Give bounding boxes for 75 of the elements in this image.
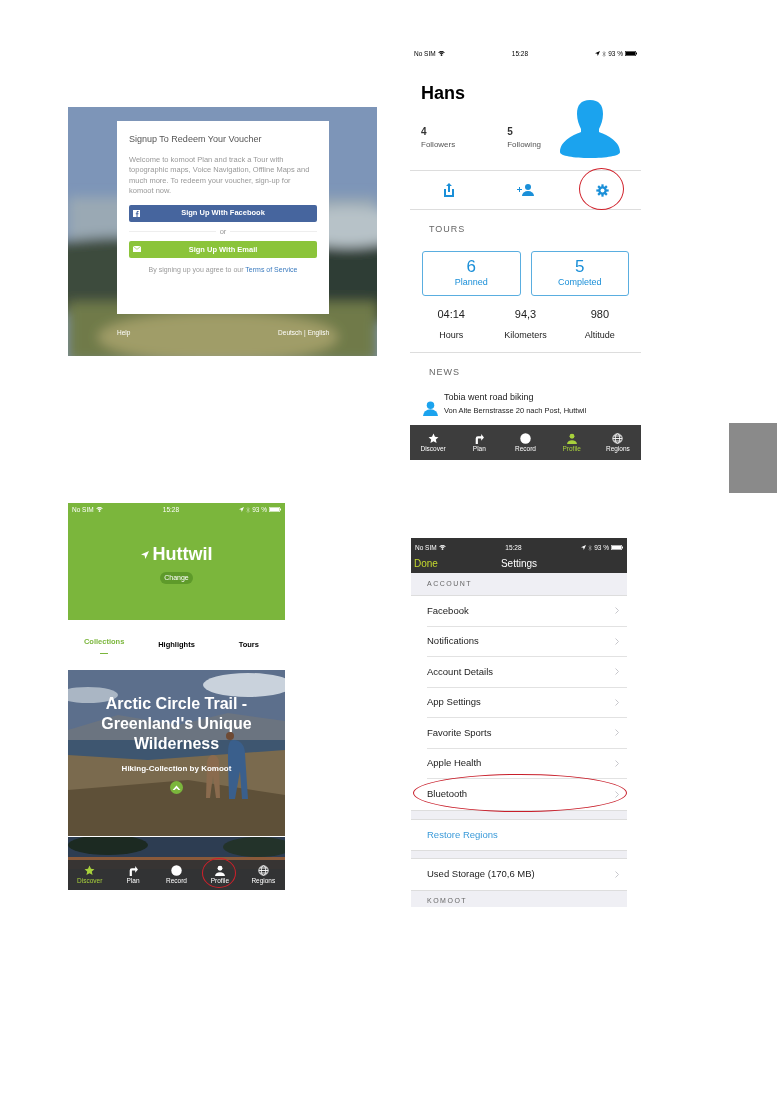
- news-title: Tobia went road biking: [444, 391, 535, 404]
- bluetooth-icon: [246, 506, 251, 513]
- chevron-icon: [615, 637, 619, 645]
- total-value: 94,3: [514, 306, 537, 322]
- section-heading: NEWS: [428, 365, 461, 379]
- battery-icon: [269, 507, 281, 512]
- turn-arrow-icon: [128, 865, 139, 877]
- globe-icon: [612, 432, 624, 444]
- circle-icon: [171, 865, 182, 877]
- settings-icon[interactable]: [596, 183, 609, 197]
- row-label: Account Details: [427, 664, 493, 679]
- star-icon: [427, 432, 439, 444]
- total-label: Hours: [439, 329, 464, 342]
- card-title: Signup To Redeem Your Voucher: [129, 133, 263, 146]
- globe-icon: [257, 865, 269, 877]
- chevron-icon: [615, 607, 619, 615]
- facebook-icon: [133, 209, 140, 217]
- total-label: Kilometers: [504, 329, 547, 342]
- settings-row[interactable]: Account Details: [411, 657, 627, 688]
- chevron-icon: [615, 790, 619, 798]
- person-icon: [214, 865, 225, 877]
- chevron-icon: [615, 668, 619, 676]
- stat-label: Followers: [421, 139, 456, 151]
- row-label: Bluetooth: [427, 787, 468, 802]
- row-label: Facebook: [427, 603, 469, 618]
- stat-label: Following: [507, 139, 542, 151]
- person-icon: [423, 400, 438, 416]
- profile-name: Hans: [421, 82, 466, 105]
- row-label: Favorite Sports: [427, 725, 492, 740]
- stat-count: 5: [507, 125, 514, 139]
- chevron-icon: [615, 870, 619, 878]
- settings-row[interactable]: Used Storage (170,6 MB): [411, 859, 627, 890]
- stat-count: 4: [421, 125, 428, 139]
- person-icon: [566, 432, 577, 444]
- total-value: 980: [590, 306, 609, 322]
- settings-row[interactable]: App Settings: [411, 687, 627, 718]
- row-label: Used Storage (170,6 MB): [427, 867, 535, 882]
- location-arrow-icon: [581, 545, 587, 550]
- tour-count-card[interactable]: 6 Planned: [422, 250, 521, 296]
- settings-row[interactable]: Favorite Sports: [411, 718, 627, 749]
- circle-icon: [520, 432, 531, 444]
- chevron-icon: [615, 698, 619, 706]
- row-label: App Settings: [427, 695, 481, 710]
- section-heading: TOURS: [428, 223, 467, 236]
- envelope-icon: [133, 246, 141, 253]
- settings-row[interactable]: Bluetooth: [411, 779, 627, 810]
- chevron-icon: [615, 729, 619, 737]
- total-value: 04:14: [437, 306, 465, 322]
- avatar-silhouette: [560, 100, 620, 158]
- bluetooth-icon: [588, 544, 593, 551]
- location-arrow-icon: [239, 507, 245, 512]
- share-icon[interactable]: [442, 183, 455, 197]
- tour-count-card[interactable]: 5 Completed: [530, 250, 629, 296]
- turn-arrow-icon: [474, 432, 485, 444]
- star-icon: [84, 865, 96, 877]
- wifi-icon: [95, 507, 103, 512]
- location-arrow-icon: [595, 51, 601, 56]
- settings-row[interactable]: Apple Health: [411, 748, 627, 779]
- total-label: Altitude: [584, 329, 615, 342]
- battery-icon: [625, 51, 637, 56]
- battery-icon: [611, 545, 623, 550]
- bluetooth-icon: [602, 50, 607, 57]
- screen-title: Settings: [500, 556, 538, 571]
- done-button[interactable]: Done: [414, 555, 438, 571]
- wifi-icon: [438, 545, 446, 550]
- row-label: Restore Regions: [427, 827, 498, 842]
- location-arrow-icon: [140, 550, 149, 559]
- row-label: Apple Health: [427, 756, 482, 771]
- wifi-icon: [437, 51, 445, 56]
- settings-row[interactable]: Facebook: [411, 596, 627, 627]
- chevron-icon: [615, 759, 619, 767]
- location-title: Huttwil: [152, 543, 213, 566]
- settings-row[interactable]: Notifications: [411, 626, 627, 657]
- add-person-icon[interactable]: [516, 184, 535, 196]
- row-label: Notifications: [427, 634, 479, 649]
